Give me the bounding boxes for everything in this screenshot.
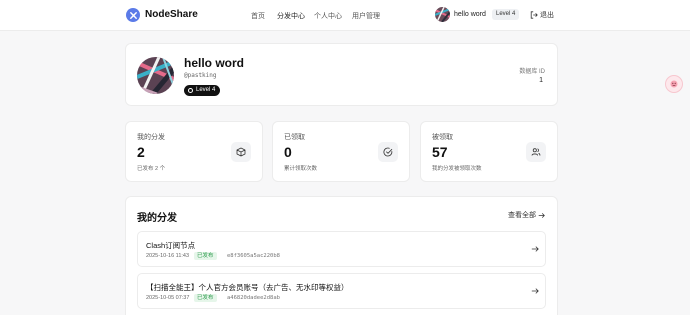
level-ring-icon	[188, 88, 193, 93]
section-title: 我的分发	[137, 213, 177, 224]
nav-personal-center[interactable]: 个人中心	[314, 11, 342, 21]
share-hash: e8f3605a5ac220b8	[227, 253, 280, 259]
level-badge: Level 4	[184, 85, 221, 96]
share-date: 2025-10-05 07:37	[146, 295, 190, 301]
users-icon	[526, 142, 546, 162]
check-circle-icon	[378, 142, 398, 162]
stat-value: 2	[137, 144, 145, 160]
stat-card-my-shares: 我的分发 2 已发布 2 个	[125, 121, 263, 182]
arrow-right-icon[interactable]	[531, 245, 539, 253]
avatar[interactable]	[435, 7, 450, 22]
my-shares-section: 我的分发 查看全部 Clash订阅节点 2025-10-16 11:43 已发布…	[125, 196, 558, 315]
brand-name[interactable]: NodeShare	[145, 9, 198, 20]
arrow-right-icon[interactable]	[531, 287, 539, 295]
db-id-label: 数据库 ID	[519, 69, 545, 75]
view-all-label: 查看全部	[508, 212, 536, 219]
stat-card-claimed: 已领取 0 累计领取次数	[272, 121, 410, 182]
stat-value: 0	[284, 144, 292, 160]
stat-subtitle: 我的分发被领取次数	[432, 166, 482, 172]
share-title: Clash订阅节点	[146, 241, 196, 250]
logout-button[interactable]: 退出	[530, 10, 554, 20]
cube-icon	[231, 142, 251, 162]
db-id-value: 1	[539, 77, 543, 84]
status-badge: 已发布	[194, 294, 217, 302]
profile-handle: @pastking	[184, 72, 217, 79]
nav-share-center[interactable]: 分发中心	[277, 11, 305, 21]
share-date: 2025-10-16 11:43	[146, 253, 190, 259]
share-title: 【扫描全能王】个人官方会员账号（去广告、无水印等权益）	[146, 283, 349, 292]
stat-subtitle: 已发布 2 个	[137, 166, 166, 172]
stat-title: 被领取	[432, 134, 453, 141]
share-list-item[interactable]: 【扫描全能王】个人官方会员账号（去广告、无水印等权益） 2025-10-05 0…	[137, 273, 546, 309]
profile-card: hello word @pastking Level 4 数据库 ID 1	[125, 43, 558, 106]
profile-name: hello word	[184, 56, 244, 70]
stat-value: 57	[432, 144, 448, 160]
header-level-badge: Level 4	[492, 9, 520, 20]
view-all-link[interactable]: 查看全部	[508, 210, 545, 220]
arrow-right-icon	[538, 212, 545, 218]
stat-card-received: 被领取 57 我的分发被领取次数	[420, 121, 558, 182]
stat-title: 已领取	[284, 134, 305, 141]
top-navbar: NodeShare 首页 分发中心 个人中心 用户管理 hello word L…	[0, 0, 690, 31]
logo-icon[interactable]	[126, 8, 140, 22]
profile-avatar	[137, 57, 174, 94]
nav-home[interactable]: 首页	[251, 11, 265, 21]
nav-user-management[interactable]: 用户管理	[352, 11, 380, 21]
stat-subtitle: 累计领取次数	[284, 166, 318, 172]
logout-label: 退出	[540, 12, 554, 19]
share-list-item[interactable]: Clash订阅节点 2025-10-16 11:43 已发布 e8f3605a5…	[137, 231, 546, 267]
share-hash: a46820dadee2d8ab	[227, 295, 280, 301]
header-username[interactable]: hello word	[454, 11, 486, 18]
stat-title: 我的分发	[137, 134, 165, 141]
level-label: Level 4	[196, 87, 216, 93]
logout-icon	[530, 11, 538, 19]
floating-assistant-icon[interactable]	[665, 75, 683, 93]
status-badge: 已发布	[194, 252, 217, 260]
